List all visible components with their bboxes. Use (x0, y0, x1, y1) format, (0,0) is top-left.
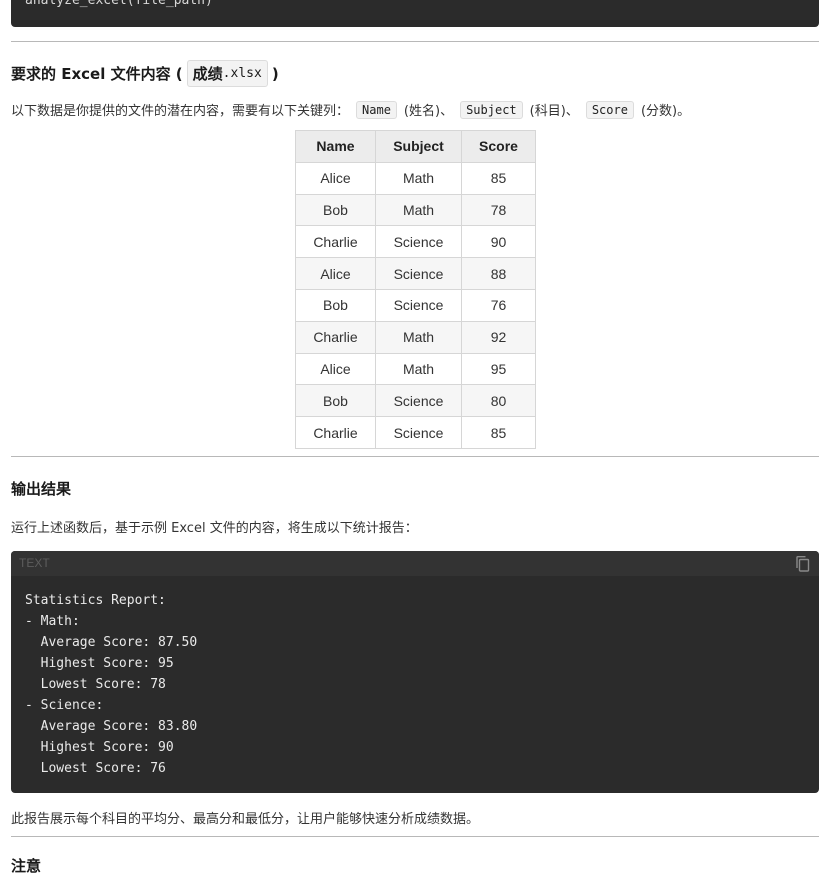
table-row: Alice Science 88 (295, 257, 536, 290)
table-cell: Math (375, 161, 462, 195)
table-row: Bob Science 76 (295, 288, 536, 322)
output-code-block: TEXT Statistics Report: - Math: Average … (11, 551, 819, 793)
summary-paragraph: 此报告展示每个科目的平均分、最高分和最低分，让用户能够快速分析成绩数据。 (11, 812, 480, 827)
heading-text: 要求的 Excel 文件内容 ( (11, 65, 183, 83)
table-row: Bob Science 80 (295, 384, 536, 418)
score-cn-text: (分数)。 (640, 104, 691, 119)
intro-text: 以下数据是你提供的文件的潜在内容，需要有以下关键列： (11, 104, 350, 119)
table-cell: Science (375, 257, 462, 290)
table-cell: 90 (461, 225, 536, 259)
name-cn-text: (姓名)、 (403, 104, 454, 119)
scores-table: Name Subject Score Alice Math 85 Bob Mat… (295, 130, 536, 449)
code-language-label: TEXT (19, 556, 50, 570)
column-header: Score (461, 130, 536, 163)
table-cell: Bob (295, 288, 376, 322)
table-cell: Bob (295, 193, 376, 227)
table-cell: Alice (295, 161, 376, 195)
table-cell: Math (375, 320, 462, 354)
table-cell: 76 (461, 288, 536, 322)
filename-chip: 成绩 .xlsx (186, 60, 268, 87)
filename-text: 成绩 (192, 65, 223, 83)
divider (11, 41, 819, 42)
table-cell: 80 (461, 384, 536, 418)
inline-code-score: Score (585, 100, 634, 119)
table-cell: 85 (461, 416, 536, 449)
table-cell: 88 (461, 257, 536, 290)
table-row: Charlie Science 90 (295, 225, 536, 259)
intro-paragraph: 以下数据是你提供的文件的潜在内容，需要有以下关键列： Name (姓名)、 Su… (11, 100, 690, 119)
table-row: Charlie Science 85 (295, 416, 536, 449)
table-row: Alice Math 95 (295, 352, 536, 386)
table-cell: 92 (461, 320, 536, 354)
output-intro-paragraph: 运行上述函数后，基于示例 Excel 文件的内容，将生成以下统计报告： (11, 521, 418, 536)
subject-cn-text: (科目)、 (529, 104, 579, 119)
table-cell: Charlie (295, 225, 376, 259)
table-cell: Science (375, 288, 462, 322)
section-heading-output: 输出结果 (11, 480, 72, 498)
table-cell: Alice (295, 257, 376, 290)
table-row: Charlie Math 92 (295, 320, 536, 354)
table-cell: Science (375, 416, 462, 449)
code-line: analyze_excel(file_path) (25, 0, 213, 8)
table-cell: 78 (461, 193, 536, 227)
inline-code-subject: Subject (460, 100, 523, 119)
table-cell: Math (375, 352, 462, 386)
table-header-row: Name Subject Score (295, 130, 536, 163)
divider (11, 836, 819, 837)
column-header: Subject (375, 130, 462, 163)
copy-icon[interactable] (795, 555, 811, 573)
table-cell: 85 (461, 161, 536, 195)
table-cell: Science (375, 384, 462, 418)
table-cell: Charlie (295, 416, 376, 449)
divider (11, 456, 819, 457)
table-cell: Alice (295, 352, 376, 386)
table-row: Bob Math 78 (295, 193, 536, 227)
inline-code-name: Name (356, 100, 397, 119)
table-row: Alice Math 85 (295, 161, 536, 195)
code-block-header: TEXT (11, 551, 819, 576)
table-cell: Bob (295, 384, 376, 418)
column-header: Name (295, 130, 376, 163)
section-heading-excel-content: 要求的 Excel 文件内容 ( 成绩 .xlsx ) (11, 60, 279, 87)
table-cell: Math (375, 193, 462, 227)
section-heading-note: 注意 (11, 857, 42, 875)
heading-suffix: ) (271, 64, 279, 83)
table-cell: 95 (461, 352, 536, 386)
table-cell: Charlie (295, 320, 376, 354)
filename-extension: .xlsx (222, 66, 262, 81)
code-block-fragment: analyze_excel(file_path) (11, 0, 819, 27)
code-content: Statistics Report: - Math: Average Score… (25, 593, 198, 776)
table-cell: Science (375, 225, 462, 259)
